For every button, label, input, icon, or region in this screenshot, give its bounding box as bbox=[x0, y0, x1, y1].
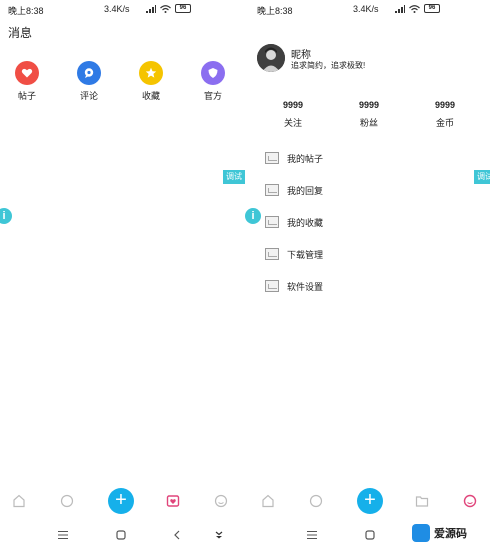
signature: 追求简约，追求极致! bbox=[291, 61, 366, 70]
info-float-icon[interactable]: i bbox=[245, 208, 261, 224]
stat-label: 金币 bbox=[435, 118, 454, 128]
stat-value: 9999 bbox=[434, 100, 456, 110]
watermark-text: 爱源码 bbox=[434, 528, 467, 540]
home-square-icon[interactable] bbox=[114, 528, 128, 542]
status-time: 晚上8:38 bbox=[257, 6, 293, 16]
menu-my-replies[interactable]: 我的回复 bbox=[265, 182, 323, 198]
nav-profile-icon[interactable] bbox=[461, 492, 479, 510]
bottom-nav: + bbox=[245, 486, 490, 518]
heart-icon bbox=[15, 61, 39, 85]
image-placeholder-icon bbox=[265, 216, 279, 228]
image-placeholder-icon bbox=[265, 248, 279, 260]
status-bar: 晚上8:38 3.4K/s 96 bbox=[0, 0, 245, 20]
watermark-logo-icon bbox=[412, 524, 430, 542]
menu-label: 下载管理 bbox=[287, 249, 324, 260]
entry-posts[interactable]: 帖子 bbox=[7, 61, 47, 102]
back-icon[interactable] bbox=[170, 528, 184, 542]
entry-favorites[interactable]: 收藏 bbox=[131, 61, 171, 102]
star-icon bbox=[139, 61, 163, 85]
menu-icon[interactable] bbox=[56, 528, 70, 542]
menu-label: 我的回复 bbox=[287, 185, 324, 196]
stat-fans[interactable]: 9999 粉丝 bbox=[351, 100, 387, 129]
debug-button[interactable]: 调试 bbox=[223, 170, 245, 184]
nav-home-icon[interactable] bbox=[10, 492, 28, 510]
signal-icon bbox=[146, 5, 156, 13]
menu-my-favorites[interactable]: 我的收藏 bbox=[265, 214, 323, 230]
status-net-speed: 3.4K/s bbox=[104, 4, 130, 14]
stat-value: 9999 bbox=[282, 100, 304, 110]
nickname: 昵称 bbox=[291, 50, 311, 61]
menu-icon[interactable] bbox=[305, 528, 319, 542]
entry-label: 帖子 bbox=[17, 91, 36, 101]
profile-screen: 晚上8:38 3.4K/s 96 昵称 追求简约，追求极致! 9999 关注 9… bbox=[245, 0, 490, 546]
nav-message-icon[interactable] bbox=[164, 492, 182, 510]
page-title: 消息 bbox=[8, 26, 33, 40]
nav-profile-icon[interactable] bbox=[212, 492, 230, 510]
image-placeholder-icon bbox=[265, 184, 279, 196]
stat-label: 关注 bbox=[283, 118, 302, 128]
status-time: 晚上8:38 bbox=[8, 6, 44, 16]
image-placeholder-icon bbox=[265, 280, 279, 292]
menu-settings[interactable]: 软件设置 bbox=[265, 278, 323, 294]
stat-coins[interactable]: 9999 金币 bbox=[427, 100, 463, 129]
nav-discover-icon[interactable] bbox=[58, 492, 76, 510]
keyboard-hide-icon[interactable] bbox=[212, 528, 226, 542]
home-square-icon[interactable] bbox=[363, 528, 377, 542]
wifi-icon bbox=[409, 5, 420, 13]
entry-label: 官方 bbox=[203, 91, 222, 101]
battery-icon: 96 bbox=[175, 4, 191, 13]
entry-label: 评论 bbox=[79, 91, 98, 101]
avatar[interactable] bbox=[257, 44, 285, 72]
menu-my-posts[interactable]: 我的帖子 bbox=[265, 150, 323, 166]
nav-folder-icon[interactable] bbox=[413, 492, 431, 510]
stat-following[interactable]: 9999 关注 bbox=[275, 100, 311, 129]
menu-label: 我的收藏 bbox=[287, 217, 324, 228]
entry-comments[interactable]: 评论 bbox=[69, 61, 109, 102]
chat-icon bbox=[77, 61, 101, 85]
menu-label: 我的帖子 bbox=[287, 153, 324, 164]
menu-downloads[interactable]: 下载管理 bbox=[265, 246, 323, 262]
status-bar: 晚上8:38 3.4K/s 96 bbox=[245, 0, 490, 20]
stat-label: 粉丝 bbox=[359, 118, 378, 128]
info-float-icon[interactable]: i bbox=[0, 208, 12, 224]
messages-screen: 晚上8:38 3.4K/s 96 消息 帖子 评论 收藏 官方 调试 i + bbox=[0, 0, 245, 546]
watermark: 爱源码 bbox=[412, 520, 490, 546]
menu-label: 软件设置 bbox=[287, 281, 324, 292]
wifi-icon bbox=[160, 5, 171, 13]
shield-icon bbox=[201, 61, 225, 85]
stat-value: 9999 bbox=[358, 100, 380, 110]
signal-icon bbox=[395, 5, 405, 13]
add-post-button[interactable]: + bbox=[357, 488, 383, 514]
image-placeholder-icon bbox=[265, 152, 279, 164]
debug-button[interactable]: 调试 bbox=[474, 170, 490, 184]
battery-icon: 96 bbox=[424, 4, 440, 13]
status-net-speed: 3.4K/s bbox=[353, 4, 379, 14]
nav-home-icon[interactable] bbox=[259, 492, 277, 510]
entry-official[interactable]: 官方 bbox=[193, 61, 233, 102]
nav-discover-icon[interactable] bbox=[307, 492, 325, 510]
add-post-button[interactable]: + bbox=[108, 488, 134, 514]
entry-label: 收藏 bbox=[141, 91, 160, 101]
bottom-nav: + bbox=[0, 486, 245, 518]
system-nav bbox=[0, 526, 245, 546]
